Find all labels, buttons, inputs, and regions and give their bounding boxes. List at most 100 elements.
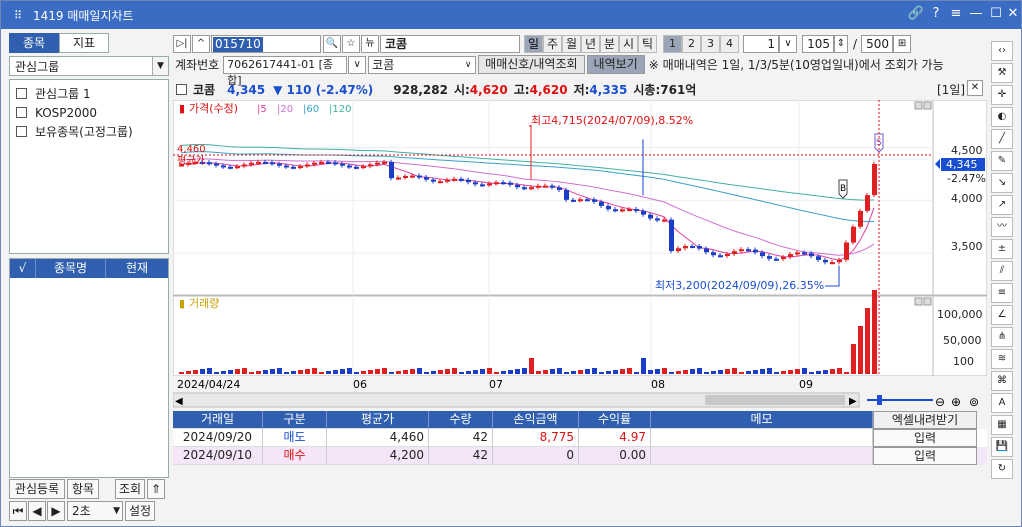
col-avg[interactable]: 평균가	[327, 411, 429, 429]
period-day[interactable]: 일	[524, 34, 543, 53]
zoom-handle[interactable]	[877, 395, 882, 405]
group-select[interactable]: 관심그룹 ▼	[9, 56, 169, 76]
pane-close-icon[interactable]	[923, 101, 932, 110]
fan-icon[interactable]: ⋔	[991, 327, 1013, 347]
zoom-reset-icon[interactable]: ⊚	[969, 395, 979, 409]
num-2[interactable]: 2	[682, 34, 701, 53]
period-hour[interactable]: 시	[619, 34, 638, 53]
chevron-down-icon[interactable]: ∨	[348, 55, 367, 74]
excel-button[interactable]: 엑셀내려받기	[873, 411, 977, 429]
chevron-down-icon[interactable]: ▼	[152, 57, 168, 75]
trend-icon[interactable]: ↗	[991, 195, 1013, 215]
item-button[interactable]: 항목	[67, 479, 99, 499]
cell-memo[interactable]	[651, 447, 873, 465]
table-row[interactable]: 2024/09/20 매도 4,460 42 8,775 4.97 입력	[173, 429, 987, 447]
pattern-icon[interactable]: ⌘	[991, 371, 1013, 391]
col-type[interactable]: 구분	[263, 411, 327, 429]
wave-icon[interactable]: 〰	[991, 217, 1013, 237]
chevron-down-icon[interactable]: ∨	[779, 34, 797, 53]
news-icon[interactable]: 뉴	[361, 34, 379, 53]
spinner-icon[interactable]: ⇕	[834, 34, 848, 53]
checkbox[interactable]	[16, 88, 27, 99]
grid-header-name[interactable]: 종목명	[36, 259, 106, 278]
period-month[interactable]: 월	[562, 34, 581, 53]
angle-icon[interactable]: ∠	[991, 305, 1013, 325]
pane-max-icon[interactable]	[914, 101, 923, 110]
settings-button[interactable]: 설정	[125, 501, 155, 521]
num-4[interactable]: 4	[720, 34, 739, 53]
tab-indicators[interactable]: 지표	[59, 33, 109, 53]
chart-area[interactable]: ▮ 가격(수정) |5 |20 |60 |120 ▮ 거래량 최고4,715(2…	[173, 100, 987, 410]
register-button[interactable]: 관심등록	[9, 479, 65, 499]
col-pnl[interactable]: 손익금액	[493, 411, 579, 429]
save-icon[interactable]: 💾	[991, 437, 1013, 457]
scroll-right-icon[interactable]: ▶	[849, 396, 857, 407]
num-3[interactable]: 3	[701, 34, 720, 53]
grid-header-price[interactable]: 현재	[106, 259, 168, 278]
multiplier-field[interactable]: 1	[743, 34, 779, 53]
tab-stocks[interactable]: 종목	[9, 33, 59, 53]
period-minute[interactable]: 분	[600, 34, 619, 53]
ray-icon[interactable]: ↘	[991, 173, 1013, 193]
text-icon[interactable]: A	[991, 393, 1013, 413]
search-icon[interactable]: 🔍	[323, 34, 341, 53]
zoom-out-icon[interactable]: ⊖	[935, 395, 945, 409]
minimize-icon[interactable]: —	[966, 6, 986, 21]
up-icon[interactable]: ⇑	[147, 479, 165, 499]
checkbox[interactable]	[176, 84, 187, 95]
first-icon[interactable]: ⏮	[9, 501, 27, 521]
add-window-icon[interactable]: ⊞	[893, 34, 912, 53]
buy-marker[interactable]: B	[838, 179, 848, 199]
close-chart-icon[interactable]: ✕	[967, 80, 983, 96]
link-icon[interactable]: 🔗	[906, 6, 926, 21]
channel-icon[interactable]: ⫽	[991, 261, 1013, 281]
pane-max-icon[interactable]	[914, 297, 923, 306]
col-ret[interactable]: 수익률	[579, 411, 651, 429]
col-date[interactable]: 거래일	[173, 411, 263, 429]
list-item[interactable]: 보유종목(고정그룹)	[10, 122, 168, 141]
period-year[interactable]: 년	[581, 34, 600, 53]
crosshair-icon[interactable]: ✛	[991, 85, 1013, 105]
col-memo[interactable]: 메모	[651, 411, 873, 429]
line-icon[interactable]: ╱	[991, 129, 1013, 149]
prev-icon[interactable]: ◀	[28, 501, 46, 521]
menu-icon[interactable]: ≡	[946, 6, 966, 21]
refresh-icon[interactable]: ↻	[991, 459, 1013, 479]
history-button[interactable]: 내역보기	[586, 55, 645, 74]
memo-input-button[interactable]: 입력	[873, 429, 977, 447]
signal-button[interactable]: 매매신호/내역조회	[478, 55, 585, 74]
grid-header-check[interactable]: √	[10, 259, 36, 278]
theme-icon[interactable]: ◐	[991, 107, 1013, 127]
grid-icon[interactable]: ▦	[991, 415, 1013, 435]
star-icon[interactable]: ☆	[342, 34, 360, 53]
interval-select[interactable]: 2초 ▼	[67, 501, 123, 521]
expand-icon[interactable]: ▷|	[173, 34, 191, 53]
checkbox[interactable]	[16, 126, 27, 137]
cell-memo[interactable]	[651, 429, 873, 447]
close-icon[interactable]: ✕	[1003, 6, 1021, 21]
pane-close-icon[interactable]	[923, 297, 932, 306]
zigzag-icon[interactable]: ≋	[991, 349, 1013, 369]
col-qty[interactable]: 수량	[429, 411, 493, 429]
panel-toggle-icon[interactable]: ‹›	[991, 41, 1013, 61]
account-field[interactable]: 7062617441-01 [종합]	[223, 55, 348, 87]
help-icon[interactable]: ?	[926, 6, 946, 21]
scroll-left-icon[interactable]: ◀	[175, 396, 183, 407]
count-field[interactable]: 105	[802, 34, 834, 53]
stock-name-field[interactable]: 코콤	[380, 34, 520, 53]
total-field[interactable]: 500	[861, 34, 894, 53]
code-input[interactable]: 015710	[211, 34, 321, 53]
next-icon[interactable]: ▶	[47, 501, 65, 521]
list-item[interactable]: KOSP2000	[10, 103, 168, 122]
num-1[interactable]: 1	[663, 34, 682, 53]
period-tick[interactable]: 틱	[638, 34, 657, 53]
zoom-in-icon[interactable]: ⊕	[951, 395, 961, 409]
scroll-thumb[interactable]	[705, 395, 845, 405]
price-chart[interactable]: ▮ 가격(수정) |5 |20 |60 |120 ▮ 거래량 최고4,715(2…	[173, 100, 987, 410]
table-row[interactable]: 2024/09/10 매수 4,200 42 0 0.00 입력	[173, 447, 987, 465]
plus-minus-icon[interactable]: ±	[991, 239, 1013, 259]
chevron-up-icon[interactable]: ^	[192, 34, 210, 53]
pen-icon[interactable]: ✎	[991, 151, 1013, 171]
tool-icon[interactable]: ⚒	[991, 63, 1013, 83]
account-stock-select[interactable]: 코콤 ∨	[368, 55, 477, 74]
